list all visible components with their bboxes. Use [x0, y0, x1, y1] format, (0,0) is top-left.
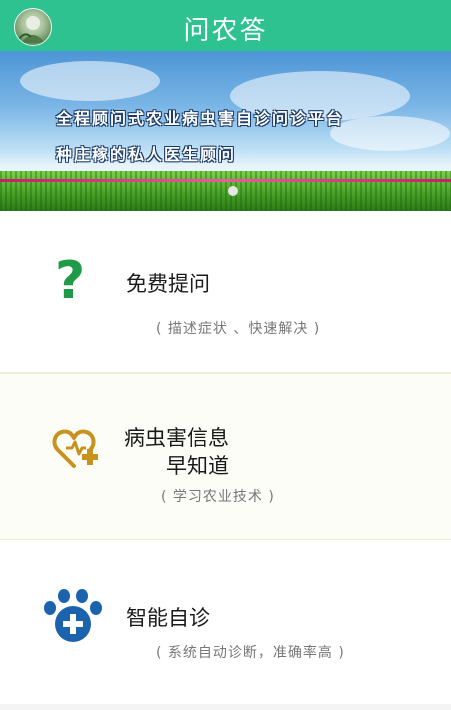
cloud-shape [330, 116, 450, 151]
card-title-line1: 病虫害信息 [124, 426, 229, 450]
promo-banner[interactable]: 全程顾问式农业病虫害自诊问诊平台 种庄稼的私人医生顾问 [0, 51, 451, 211]
bottom-divider [0, 704, 451, 710]
card-subtitle: ( 描述症状 、快速解决 ) [156, 321, 321, 337]
banner-tagline: 种庄稼的私人医生顾问 [56, 145, 237, 164]
question-mark-icon: ? [55, 251, 86, 311]
heart-plus-icon [52, 429, 98, 468]
card-title: 免费提问 [126, 272, 210, 296]
card-title: 智能自诊 [126, 606, 210, 630]
card-title-line2: 早知道 [166, 454, 229, 478]
carousel-indicator[interactable] [228, 186, 238, 196]
banner-divider [0, 179, 451, 182]
app-header: 问农答 [0, 0, 451, 51]
page-title: 问农答 [183, 16, 268, 46]
self-diagnosis-card[interactable]: 智能自诊 ( 系统自动诊断，准确率高 ) [0, 540, 451, 710]
banner-headline: 全程顾问式农业病虫害自诊问诊平台 [56, 109, 345, 128]
free-question-card[interactable]: ? 免费提问 ( 描述症状 、快速解决 ) [0, 211, 451, 370]
card-subtitle: ( 系统自动诊断，准确率高 ) [156, 645, 345, 661]
card-subtitle: ( 学习农业技术 ) [161, 489, 275, 505]
paw-plus-icon [44, 589, 102, 642]
pest-info-card[interactable]: 病虫害信息 早知道 ( 学习农业技术 ) [0, 372, 451, 541]
grass-field [0, 171, 451, 211]
cloud-shape [20, 61, 160, 101]
